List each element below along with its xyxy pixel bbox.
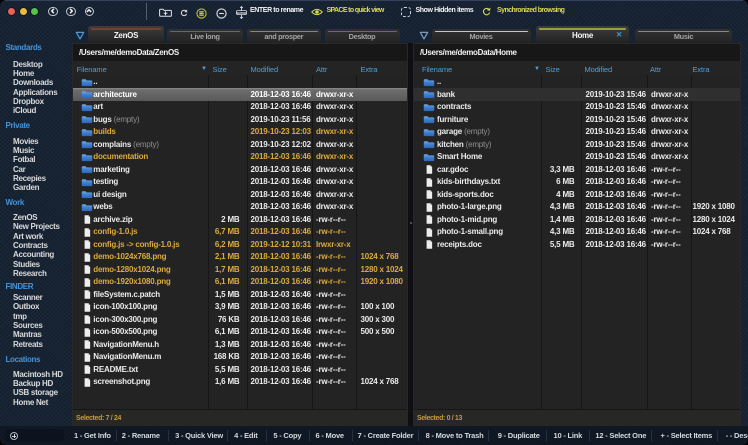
svg-text:ENTER: ENTER	[237, 11, 247, 15]
